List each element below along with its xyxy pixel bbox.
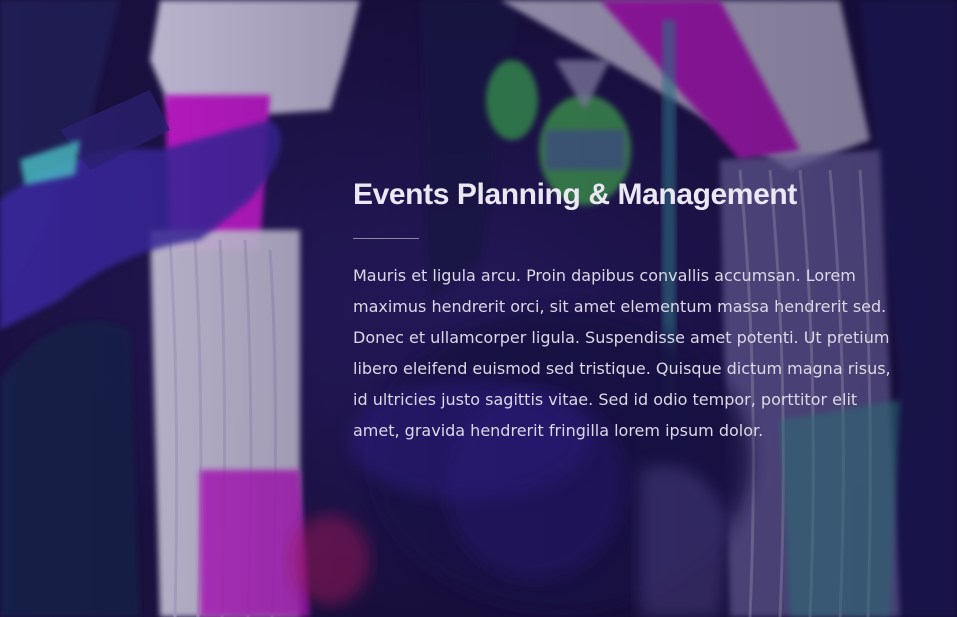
hero-section: Events Planning & Management Mauris et l… (0, 0, 957, 617)
hero-content: Events Planning & Management Mauris et l… (353, 176, 898, 446)
hero-description: Mauris et ligula arcu. Proin dapibus con… (353, 266, 891, 440)
title-divider (353, 238, 419, 239)
hero-title: Events Planning & Management (353, 178, 797, 211)
